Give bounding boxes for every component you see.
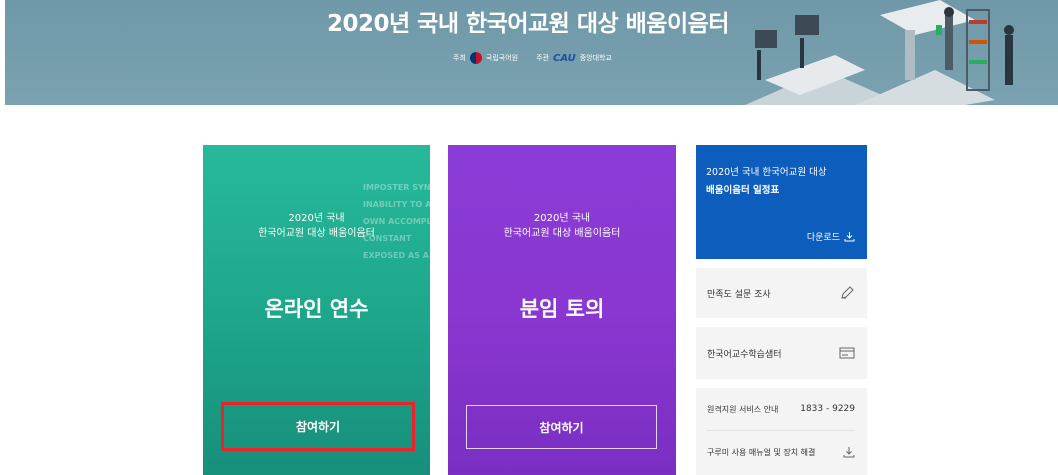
cau-logo: CAU <box>552 52 576 64</box>
manual-label: 구루미 사용 매뉴얼 및 장치 해결 <box>707 447 816 457</box>
group-discussion-card[interactable]: 2020년 국내 한국어교원 대상 배움이음터 분임 토의 참여하기 <box>448 145 676 475</box>
online-training-card[interactable]: IMPOSTER SYN INABILITY TO A OWN ACCOMPLI… <box>203 145 430 475</box>
host-name: 국립국어원 <box>485 54 519 62</box>
join-group-discussion-button[interactable]: 참여하기 <box>466 405 657 449</box>
remote-support-phone: 1833 - 9229 <box>800 404 855 414</box>
remote-support-row: 원격지원 서비스 안내 1833 - 9229 <box>707 388 855 430</box>
schedule-download-button[interactable]: 다운로드 <box>807 230 855 243</box>
card-icon <box>839 346 855 360</box>
satisfaction-survey-link[interactable]: 만족도 설문 조사 <box>696 268 867 318</box>
schedule-line2: 배움이음터 일정표 <box>706 185 780 196</box>
survey-label: 만족도 설문 조사 <box>707 289 771 300</box>
banner-title-text: 2020년 국내 한국어교원 대상 배움이음터 <box>327 11 729 37</box>
card-subtitle: 2020년 국내 한국어교원 대상 배움이음터 <box>258 213 375 239</box>
card-title: 분임 토의 <box>519 297 605 321</box>
header-banner: 2020년 국내 한국어교원 대상 배움이음터 주최 국립국어원 주관 CAU … <box>5 0 1058 105</box>
remote-support-label: 원격지원 서비스 안내 <box>707 404 779 414</box>
pencil-icon <box>839 285 855 301</box>
download-icon <box>844 231 855 242</box>
learning-center-link[interactable]: 한국어교수학습샘터 <box>696 327 867 379</box>
download-label: 다운로드 <box>806 233 840 243</box>
card-subtitle: 2020년 국내 한국어교원 대상 배움이음터 <box>503 213 621 239</box>
sponsors: 주최 국립국어원 주관 CAU 중앙대학교 <box>453 52 612 64</box>
card-title: 온라인 연수 <box>264 297 369 321</box>
download-icon <box>843 446 855 458</box>
remote-support-box: 원격지원 서비스 안내 1833 - 9229 구루미 사용 매뉴얼 및 장치 … <box>696 388 867 475</box>
host-label: 주최 <box>453 54 466 62</box>
schedule-box: 2020년 국내 한국어교원 대상 배움이음터 일정표 다운로드 <box>696 145 867 259</box>
schedule-line1: 2020년 국내 한국어교원 대상 <box>706 167 827 178</box>
join-online-training-button[interactable]: 참여하기 <box>221 402 415 451</box>
organizer-label: 주관 <box>536 54 549 62</box>
organizer-name: 중앙대학교 <box>579 54 612 62</box>
manual-download-link[interactable]: 구루미 사용 매뉴얼 및 장치 해결 <box>707 430 855 473</box>
center-label: 한국어교수학습샘터 <box>707 349 782 360</box>
office-illustration-icon <box>745 0 1014 105</box>
niKL-logo-icon <box>469 52 482 64</box>
